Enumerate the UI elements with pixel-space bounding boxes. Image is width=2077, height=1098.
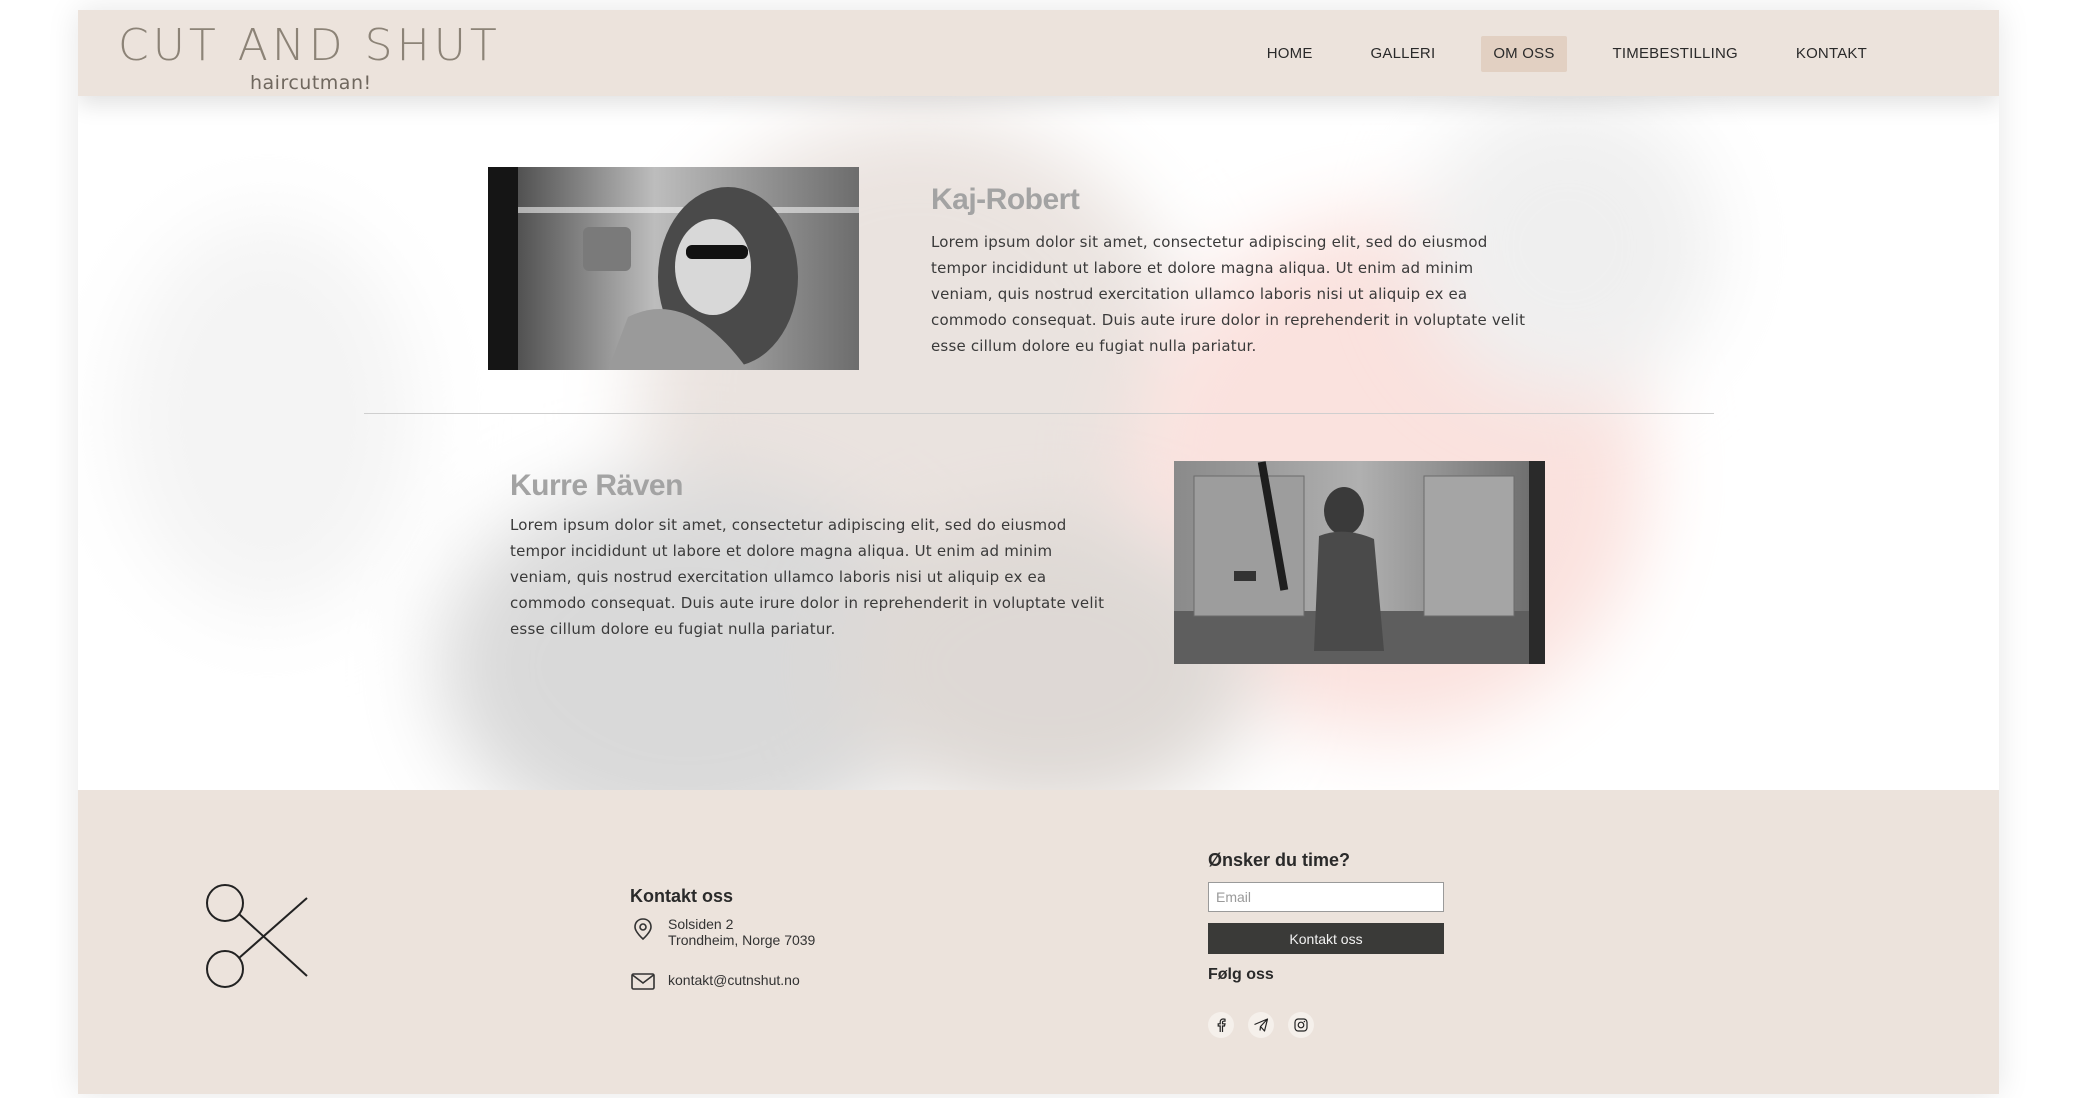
email-link[interactable]: kontakt@cutnshut.no: [668, 968, 800, 988]
contact-button[interactable]: Kontakt oss: [1208, 923, 1444, 954]
nav-item-galleri[interactable]: GALLERI: [1359, 36, 1448, 72]
telegram-icon: [1254, 1018, 1269, 1032]
page: CUT AND SHUT haircutman! HOME GALLERI OM…: [78, 10, 1999, 1094]
email-field[interactable]: [1208, 882, 1444, 912]
contact-email[interactable]: kontakt@cutnshut.no: [630, 968, 800, 994]
telegram-link[interactable]: [1248, 1012, 1274, 1038]
profile-name: Kaj-Robert: [931, 183, 1080, 216]
contact-address: Solsiden 2 Trondheim, Norge 7039: [630, 916, 815, 948]
photo-placeholder: [1174, 461, 1545, 664]
section-divider: [364, 413, 1714, 414]
nav-item-home[interactable]: HOME: [1255, 36, 1325, 72]
profile-name: Kurre Räven: [510, 469, 683, 502]
profile-bio: Lorem ipsum dolor sit amet, consectetur …: [510, 516, 1105, 638]
address-line-2: Trondheim, Norge 7039: [668, 932, 816, 948]
address-line-1: Solsiden 2: [668, 916, 734, 932]
social-links: [1208, 1012, 1314, 1038]
facebook-link[interactable]: [1208, 1012, 1234, 1038]
main-nav: HOME GALLERI OM OSS TIMEBESTILLING KONTA…: [1221, 36, 1879, 72]
scissors-icon: [206, 884, 308, 988]
contact-title: Kontakt oss: [630, 886, 734, 906]
facebook-icon: [1217, 1018, 1226, 1032]
nav-item-kontakt[interactable]: KONTAKT: [1784, 36, 1879, 72]
site-footer: Kontakt oss Solsiden 2 Trondheim, Norge …: [78, 790, 1999, 1094]
brand-tagline: haircutman!: [250, 72, 372, 94]
profile-photo-kaj-robert: [488, 167, 859, 370]
instagram-link[interactable]: [1288, 1012, 1314, 1038]
profile-bio: Lorem ipsum dolor sit amet, consectetur …: [931, 233, 1526, 355]
mail-icon: [631, 973, 655, 990]
booking-title: Ønsker du time?: [1208, 850, 1351, 870]
site-header: CUT AND SHUT haircutman! HOME GALLERI OM…: [78, 10, 1999, 96]
photo-placeholder: [488, 167, 859, 370]
location-pin-icon: [634, 918, 652, 941]
profile-photo-kurre-raven: [1174, 461, 1545, 664]
brand-logo[interactable]: CUT AND SHUT haircutman!: [118, 24, 498, 94]
nav-item-om-oss[interactable]: OM OSS: [1481, 36, 1567, 72]
nav-item-timebestilling[interactable]: TIMEBESTILLING: [1601, 36, 1750, 72]
instagram-icon: [1294, 1018, 1308, 1032]
follow-title: Følg oss: [1208, 966, 1274, 983]
brand-title: CUT AND SHUT: [118, 20, 501, 71]
